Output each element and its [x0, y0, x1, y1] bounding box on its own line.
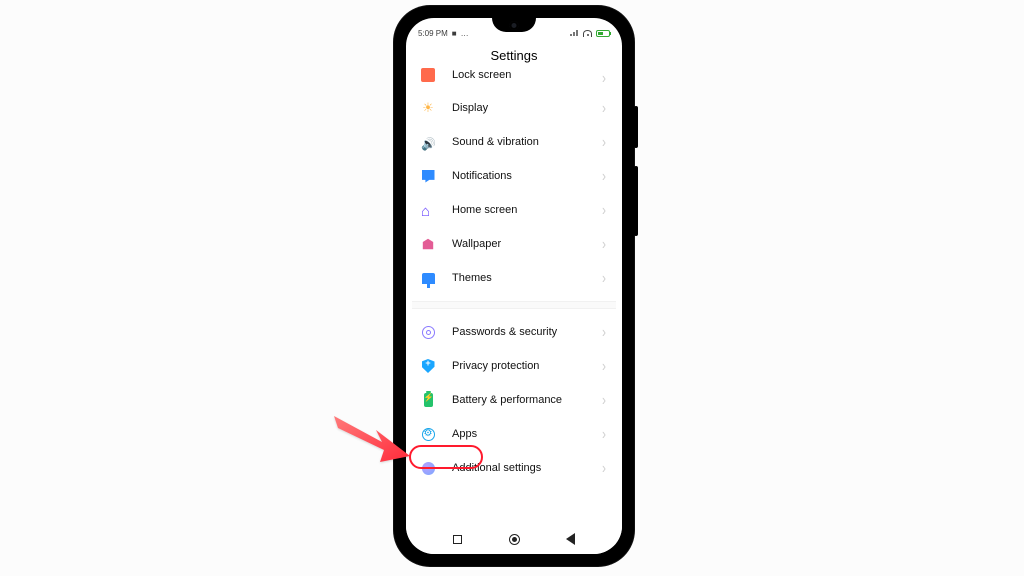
front-camera [510, 21, 519, 30]
settings-row-label: Passwords & security [452, 326, 602, 338]
settings-row-sound-vibration[interactable]: Sound & vibration› [412, 125, 616, 159]
sound-vibration-icon [418, 132, 438, 152]
callout-arrow [334, 416, 410, 462]
settings-row-label: Notifications [452, 170, 602, 182]
settings-row-themes[interactable]: Themes› [412, 261, 616, 295]
settings-group-display: Lock screen›Display›Sound & vibration›No… [412, 71, 616, 295]
settings-row-label: Wallpaper [452, 238, 602, 250]
android-nav-bar [406, 524, 622, 554]
chevron-right-icon: › [602, 201, 606, 219]
apps-icon [418, 424, 438, 444]
settings-row-lock-screen[interactable]: Lock screen› [412, 71, 616, 91]
chevron-right-icon: › [602, 167, 606, 185]
phone-bezel: 5:09 PM ■ Settings Lock screen›Display›S… [400, 12, 628, 560]
chevron-right-icon: › [602, 133, 606, 151]
battery-icon [596, 30, 610, 37]
settings-row-label: Display [452, 102, 602, 114]
settings-row-label: Privacy protection [452, 360, 602, 372]
additional-settings-icon [418, 458, 438, 478]
settings-row-home-screen[interactable]: Home screen› [412, 193, 616, 227]
status-bar-right [570, 30, 610, 37]
settings-row-notifications[interactable]: Notifications› [412, 159, 616, 193]
status-bar-left: 5:09 PM ■ [418, 29, 470, 38]
chevron-right-icon: › [602, 69, 606, 87]
phone-side-button-bottom [634, 166, 638, 236]
chevron-right-icon: › [602, 459, 606, 477]
chevron-right-icon: › [602, 391, 606, 409]
privacy-protection-icon [418, 356, 438, 376]
wallpaper-icon [418, 234, 438, 254]
settings-row-privacy-protection[interactable]: Privacy protection› [412, 349, 616, 383]
settings-row-label: Additional settings [452, 462, 602, 474]
settings-row-label: Sound & vibration [452, 136, 602, 148]
settings-row-label: Apps [452, 428, 602, 440]
chevron-right-icon: › [602, 269, 606, 287]
passwords-security-icon [418, 322, 438, 342]
settings-group-system: Passwords & security›Privacy protection›… [412, 315, 616, 485]
signal-icon [570, 30, 579, 36]
display-icon [418, 98, 438, 118]
nav-recents-button[interactable] [453, 535, 462, 544]
settings-row-passwords-security[interactable]: Passwords & security› [412, 315, 616, 349]
chevron-right-icon: › [602, 235, 606, 253]
battery-performance-icon [418, 390, 438, 410]
settings-row-label: Themes [452, 272, 602, 284]
status-time: 5:09 PM [418, 29, 448, 38]
group-separator [412, 301, 616, 309]
settings-row-display[interactable]: Display› [412, 91, 616, 125]
settings-row-wallpaper[interactable]: Wallpaper› [412, 227, 616, 261]
phone-side-button-top [634, 106, 638, 148]
chevron-right-icon: › [602, 357, 606, 375]
lock-screen-icon [418, 65, 438, 85]
settings-row-label: Lock screen [452, 69, 602, 81]
wifi-icon [583, 30, 592, 37]
nav-home-button[interactable] [509, 534, 520, 545]
chevron-right-icon: › [602, 99, 606, 117]
chevron-right-icon: › [602, 425, 606, 443]
stage: 5:09 PM ■ Settings Lock screen›Display›S… [0, 0, 1024, 576]
status-misc-icons [461, 29, 470, 38]
phone-screen: 5:09 PM ■ Settings Lock screen›Display›S… [406, 18, 622, 554]
status-rec-icon: ■ [452, 29, 457, 38]
settings-row-label: Battery & performance [452, 394, 602, 406]
settings-row-label: Home screen [452, 204, 602, 216]
chevron-right-icon: › [602, 323, 606, 341]
settings-row-additional-settings[interactable]: Additional settings› [412, 451, 616, 485]
settings-list: Lock screen›Display›Sound & vibration›No… [406, 71, 622, 485]
themes-icon [418, 268, 438, 288]
settings-row-battery-performance[interactable]: Battery & performance› [412, 383, 616, 417]
nav-back-button[interactable] [566, 533, 575, 545]
page-title: Settings [406, 42, 622, 71]
settings-row-apps[interactable]: Apps› [412, 417, 616, 451]
phone-frame: 5:09 PM ■ Settings Lock screen›Display›S… [394, 6, 634, 566]
notifications-icon [418, 166, 438, 186]
home-screen-icon [418, 200, 438, 220]
